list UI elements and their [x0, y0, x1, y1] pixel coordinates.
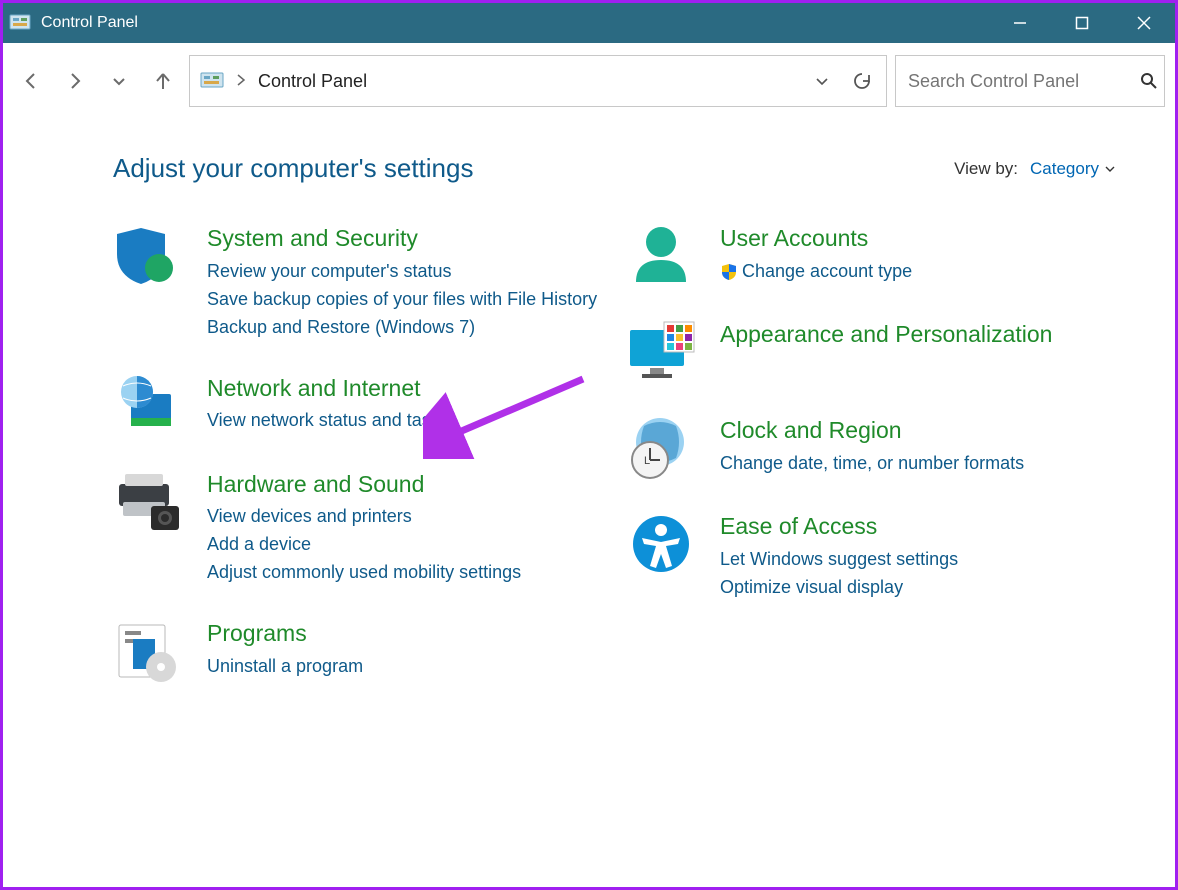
category-network-internet: Network and Internet View network status…: [113, 374, 602, 438]
search-input[interactable]: [908, 71, 1140, 92]
category-link[interactable]: Change account type: [720, 258, 912, 286]
programs-disc-icon: [113, 619, 183, 683]
left-column: System and Security Review your computer…: [113, 224, 602, 715]
back-button[interactable]: [13, 60, 49, 102]
category-link[interactable]: Review your computer's status: [207, 258, 597, 286]
printer-camera-icon: [113, 470, 183, 534]
category-link[interactable]: Uninstall a program: [207, 653, 363, 681]
uac-shield-icon: [720, 263, 738, 281]
address-history-button[interactable]: [808, 67, 836, 95]
control-panel-icon: [9, 13, 31, 33]
monitor-tiles-icon: [626, 320, 696, 384]
window-title: Control Panel: [41, 14, 138, 32]
category-title[interactable]: Programs: [207, 619, 363, 649]
network-globe-icon: [113, 374, 183, 438]
view-by-label: View by:: [954, 159, 1018, 179]
category-link[interactable]: Change date, time, or number formats: [720, 450, 1024, 478]
page-heading: Adjust your computer's settings: [113, 153, 473, 184]
content-area: Adjust your computer's settings View by:…: [3, 119, 1175, 715]
user-icon: [626, 224, 696, 288]
shield-security-icon: [113, 224, 183, 288]
breadcrumb-separator-icon: [236, 73, 246, 89]
clock-globe-icon: L: [626, 416, 696, 480]
view-by-value: Category: [1030, 159, 1099, 179]
right-column: User Accounts Change account type: [626, 224, 1115, 715]
maximize-button[interactable]: [1051, 3, 1113, 43]
breadcrumb-current[interactable]: Control Panel: [258, 71, 367, 92]
title-bar: Control Panel: [3, 3, 1175, 43]
category-link[interactable]: Optimize visual display: [720, 574, 958, 602]
chevron-down-icon: [1105, 166, 1115, 172]
minimize-button[interactable]: [989, 3, 1051, 43]
category-system-security: System and Security Review your computer…: [113, 224, 602, 342]
category-title[interactable]: Ease of Access: [720, 512, 958, 542]
category-link[interactable]: Let Windows suggest settings: [720, 546, 958, 574]
category-user-accounts: User Accounts Change account type: [626, 224, 1115, 288]
close-button[interactable]: [1113, 3, 1175, 43]
search-box[interactable]: [895, 55, 1165, 107]
accessibility-icon: [626, 512, 696, 576]
category-programs: Programs Uninstall a program: [113, 619, 602, 683]
category-link[interactable]: View network status and tasks: [207, 407, 449, 435]
category-link[interactable]: Add a device: [207, 531, 521, 559]
view-by-dropdown[interactable]: Category: [1030, 159, 1115, 179]
category-title[interactable]: User Accounts: [720, 224, 912, 254]
toolbar: Control Panel: [3, 43, 1175, 119]
category-appearance-personalization: Appearance and Personalization: [626, 320, 1115, 384]
category-clock-region: L Clock and Region Change date, time, or…: [626, 416, 1115, 480]
category-link[interactable]: View devices and printers: [207, 503, 521, 531]
category-link-text: Change account type: [742, 261, 912, 281]
up-button[interactable]: [145, 60, 181, 102]
search-icon[interactable]: [1140, 70, 1158, 92]
category-hardware-sound: Hardware and Sound View devices and prin…: [113, 470, 602, 588]
category-title[interactable]: Hardware and Sound: [207, 470, 521, 500]
forward-button[interactable]: [57, 60, 93, 102]
recent-locations-button[interactable]: [101, 60, 137, 102]
address-bar[interactable]: Control Panel: [189, 55, 887, 107]
category-link[interactable]: Backup and Restore (Windows 7): [207, 314, 597, 342]
category-title[interactable]: Appearance and Personalization: [720, 320, 1052, 350]
category-title[interactable]: Network and Internet: [207, 374, 449, 404]
category-ease-of-access: Ease of Access Let Windows suggest setti…: [626, 512, 1115, 602]
category-title[interactable]: Clock and Region: [720, 416, 1024, 446]
category-link[interactable]: Save backup copies of your files with Fi…: [207, 286, 597, 314]
category-link[interactable]: Adjust commonly used mobility settings: [207, 559, 521, 587]
category-title[interactable]: System and Security: [207, 224, 597, 254]
refresh-button[interactable]: [848, 67, 876, 95]
control-panel-icon: [200, 72, 224, 90]
